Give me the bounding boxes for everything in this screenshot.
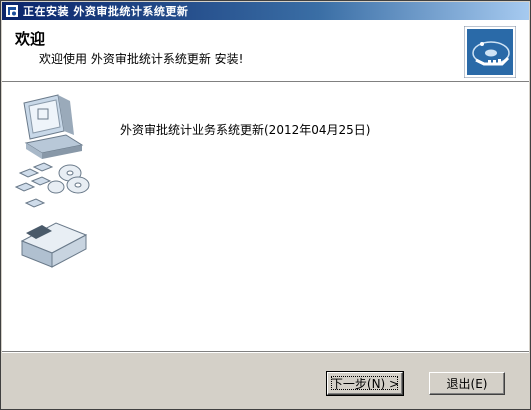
page-subtitle: 欢迎使用 外资审批统计系统更新 安装!	[39, 52, 244, 66]
title-bar[interactable]: 正在安装 外资审批统计系统更新	[2, 2, 529, 20]
window-title: 正在安装 外资审批统计系统更新	[23, 5, 189, 18]
next-button[interactable]: 下一步(N) >	[326, 371, 404, 396]
page-title: 欢迎	[15, 30, 46, 48]
installer-window: 正在安装 外资审批统计系统更新 欢迎 欢迎使用 外资审批统计系统更新 安装! 外…	[0, 0, 531, 410]
install-disc-logo-icon	[463, 25, 517, 79]
wizard-footer: 下一步(N) > 退出(E)	[2, 351, 529, 409]
computer-with-disks-illustration-icon	[12, 91, 112, 271]
footer-divider	[2, 352, 529, 353]
focus-rectangle	[331, 376, 398, 390]
wizard-header: 欢迎 欢迎使用 外资审批统计系统更新 安装!	[2, 20, 529, 82]
update-description: 外资审批统计业务系统更新(2012年04月25日)	[120, 123, 371, 137]
installer-app-icon	[5, 4, 19, 18]
header-divider	[2, 82, 529, 83]
exit-button[interactable]: 退出(E)	[429, 372, 505, 395]
exit-button-label: 退出(E)	[446, 377, 488, 391]
wizard-content: 外资审批统计业务系统更新(2012年04月25日)	[2, 83, 529, 351]
